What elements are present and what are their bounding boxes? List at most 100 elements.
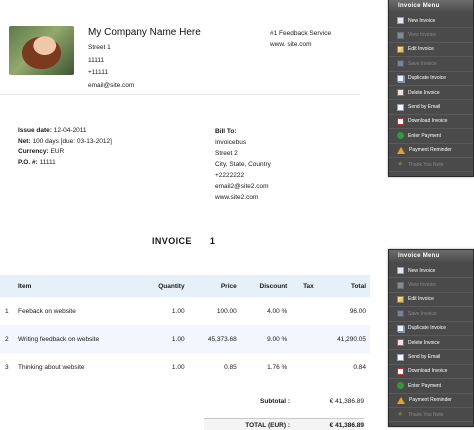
menu-item-label: Send by Email <box>408 354 441 361</box>
menu-item-label: New Invoice <box>408 267 436 274</box>
line-items-table: Item Quantity Price Discount Tax Total 1… <box>0 275 370 381</box>
menu-item-save-invoice[interactable]: Save Invoice <box>389 57 473 72</box>
pdf-icon <box>397 117 404 125</box>
row-quantity: 1.00 <box>140 325 189 353</box>
menu-item-edit-invoice[interactable]: Edit Invoice <box>389 293 473 308</box>
menu-item-delete-invoice[interactable]: Delete Invoice <box>389 336 473 351</box>
header-tax: Tax <box>291 275 318 297</box>
menu-item-label: Download Invoice <box>408 368 448 375</box>
menu-item-send-email[interactable]: Send by Email <box>389 100 473 115</box>
menu-item-new-invoice[interactable]: New Invoice <box>389 264 473 279</box>
issue-date-label: Issue date: <box>18 127 52 134</box>
menu-item-download-invoice[interactable]: Download Invoice <box>389 365 473 380</box>
currency-value: EUR <box>50 148 65 155</box>
subtotal-value: € 41,386.89 <box>329 398 364 405</box>
company-street: Street 1 <box>88 44 111 51</box>
invoice-number: 1 <box>209 236 216 246</box>
bill-to-street: Street 2 <box>215 150 238 157</box>
row-total: 41,290.05 <box>317 325 370 353</box>
row-number: 1 <box>5 307 9 315</box>
row-number: 3 <box>5 363 9 371</box>
table-row: 1 Feeback on website 1.00 100.00 4.00 % … <box>0 297 370 325</box>
thank-you-icon: ★ <box>397 161 404 169</box>
invoice-title: INVOICE 1 <box>152 236 215 246</box>
company-website: www. site.com <box>270 41 312 48</box>
header-quantity: Quantity <box>140 275 189 297</box>
menu-item-new-invoice[interactable]: New Invoice <box>389 14 473 29</box>
duplicate-icon <box>397 74 404 82</box>
row-discount: 4.00 % <box>267 307 288 315</box>
menu-title: Invoice Menu <box>389 0 473 12</box>
header-discount: Discount <box>240 275 292 297</box>
grand-total-label: TOTAL (EUR) : <box>245 422 290 429</box>
new-document-icon <box>397 267 404 275</box>
menu-item-view-invoice[interactable]: View Invoice <box>389 28 473 43</box>
menu-item-download-invoice[interactable]: Download Invoice <box>389 115 473 130</box>
company-zip: 11111 <box>88 56 105 64</box>
menu-item-thank-you-note[interactable]: ★ Thank You Note <box>389 408 473 423</box>
table-row: 2 Writing feedback on website 1.00 45,37… <box>0 325 370 353</box>
menu-item-label: Payment Reminder <box>409 147 452 154</box>
grand-total-value: € 41,386.89 <box>329 422 364 429</box>
row-price: 45,373.68 <box>188 325 241 353</box>
bill-to-website: www.site2.com <box>215 194 259 201</box>
row-total: 96.00 <box>349 307 366 315</box>
thank-you-icon: ★ <box>397 411 404 419</box>
menu-item-thank-you-note[interactable]: ★ Thank You Note <box>389 158 473 173</box>
menu-item-label: View Invoice <box>408 32 436 39</box>
row-tax <box>291 297 317 325</box>
menu-item-label: Thank You Note <box>408 161 444 168</box>
save-icon <box>397 310 404 318</box>
bill-to-email: email2@site2.com <box>215 183 269 190</box>
company-info: My Company Name Here Street 1 11111 +111… <box>88 27 201 92</box>
bill-to: Bill To: Invoicebus Street 2 City, State… <box>215 126 271 203</box>
currency-label: Currency: <box>18 148 49 155</box>
issue-date-row: Issue date: 12-04-2011 <box>18 126 112 137</box>
net-row: Net: 100 days [due: 03-13-2012] <box>18 137 112 148</box>
invoice-meta: Issue date: 12-04-2011 Net: 100 days [du… <box>18 126 112 168</box>
service-name: #1 Feedback Service <box>270 30 332 37</box>
table-header-row: Item Quantity Price Discount Tax Total <box>0 275 370 297</box>
header-divider <box>0 94 360 95</box>
invoice-menu-bottom: Invoice Menu New Invoice View Invoice Ed… <box>388 249 474 428</box>
bill-to-phone: +2222222 <box>215 172 245 179</box>
menu-item-payment-reminder[interactable]: Payment Reminder <box>389 394 473 408</box>
menu-item-payment-reminder[interactable]: Payment Reminder <box>389 144 473 158</box>
row-item: Feeback on website <box>18 307 76 315</box>
payment-icon <box>397 132 404 140</box>
subtotal-label: Subtotal : <box>260 398 290 405</box>
currency-row: Currency: EUR <box>18 147 112 158</box>
reminder-icon <box>397 396 405 404</box>
po-value: 11111 <box>39 158 56 166</box>
header-price: Price <box>188 275 241 297</box>
net-value: 100 days [due: 03-13-2012] <box>32 137 112 145</box>
menu-item-enter-payment[interactable]: Enter Payment <box>389 129 473 144</box>
menu-item-label: Payment Reminder <box>409 397 452 404</box>
menu-item-duplicate-invoice[interactable]: Duplicate Invoice <box>389 322 473 336</box>
row-item: Thinking about website <box>18 363 85 371</box>
row-quantity: 1.00 <box>171 307 185 315</box>
menu-item-edit-invoice[interactable]: Edit Invoice <box>389 43 473 58</box>
menu-item-view-invoice[interactable]: View Invoice <box>389 278 473 293</box>
menu-item-label: Download Invoice <box>408 118 448 125</box>
menu-item-save-invoice[interactable]: Save Invoice <box>389 307 473 322</box>
menu-item-delete-invoice[interactable]: Delete Invoice <box>389 86 473 101</box>
menu-item-duplicate-invoice[interactable]: Duplicate Invoice <box>389 72 473 86</box>
delete-icon <box>397 339 404 347</box>
menu-item-enter-payment[interactable]: Enter Payment <box>389 379 473 394</box>
new-document-icon <box>397 17 404 25</box>
bill-to-heading: Bill To: <box>215 128 237 135</box>
row-total: 0.84 <box>353 363 366 371</box>
edit-icon <box>397 295 404 303</box>
email-icon <box>397 103 404 111</box>
bill-to-city: City, State, Country <box>215 161 271 168</box>
menu-item-label: Save Invoice <box>408 60 437 67</box>
menu-item-send-email[interactable]: Send by Email <box>389 350 473 365</box>
row-number: 2 <box>0 325 14 353</box>
po-label: P.O. #: <box>18 158 38 166</box>
menu-item-label: Enter Payment <box>408 382 442 389</box>
menu-item-label: View Invoice <box>408 282 436 289</box>
header-number <box>0 275 14 297</box>
bill-to-name: Invoicebus <box>215 139 247 146</box>
header-total: Total <box>317 275 370 297</box>
